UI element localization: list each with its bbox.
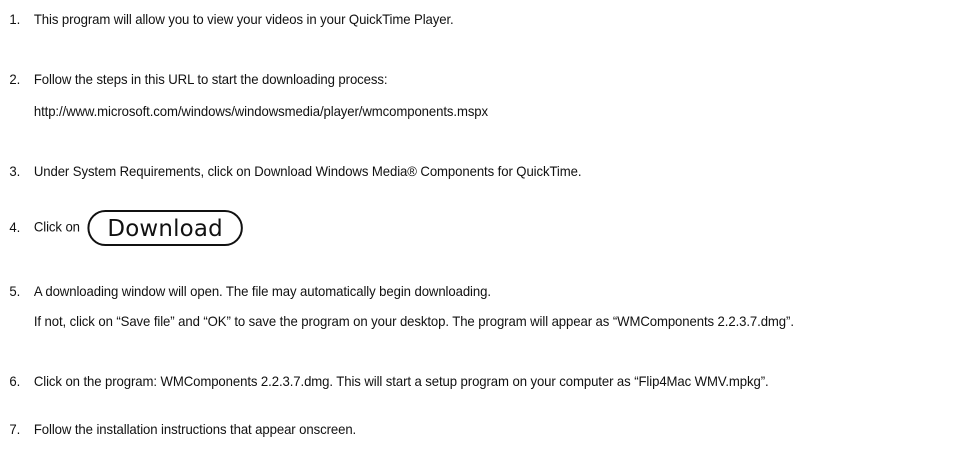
step-4: 4. Click on Download <box>0 210 243 246</box>
step-2: 2. Follow the steps in this URL to start … <box>0 70 488 120</box>
step-text: Click on <box>33 218 80 235</box>
step-7: 7. Follow the installation instructions t… <box>0 420 356 438</box>
step-text: This program will allow you to view your… <box>33 11 454 27</box>
step-text: Follow the steps in this URL to start th… <box>33 71 388 87</box>
step-number: 6. <box>9 373 21 389</box>
download-button[interactable]: Download <box>87 210 243 246</box>
step-number: 2. <box>9 71 21 87</box>
step-text: Follow the installation instructions tha… <box>33 421 357 437</box>
step-text: Click on the program: WMComponents 2.2.3… <box>33 373 769 389</box>
step-number: 1. <box>9 11 21 27</box>
step-number: 4. <box>9 218 21 235</box>
step-number: 5. <box>9 283 21 299</box>
step-6: 6. Click on the program: WMComponents 2.2… <box>0 372 769 390</box>
step-number: 3. <box>9 163 21 179</box>
step-number: 7. <box>9 421 21 437</box>
step-1: 1. This program will allow you to view yo… <box>0 10 454 28</box>
step-text: A downloading window will open. The file… <box>33 283 491 299</box>
step-text-continued: If not, click on “Save file” and “OK” to… <box>33 313 794 329</box>
step-5: 5. A downloading window will open. The fi… <box>0 282 794 330</box>
step-text: Under System Requirements, click on Down… <box>33 163 582 179</box>
step-3: 3. Under System Requirements, click on Do… <box>0 162 581 180</box>
download-url: http://www.microsoft.com/windows/windows… <box>33 103 489 119</box>
instructions-page: 1. This program will allow you to view yo… <box>0 0 959 454</box>
